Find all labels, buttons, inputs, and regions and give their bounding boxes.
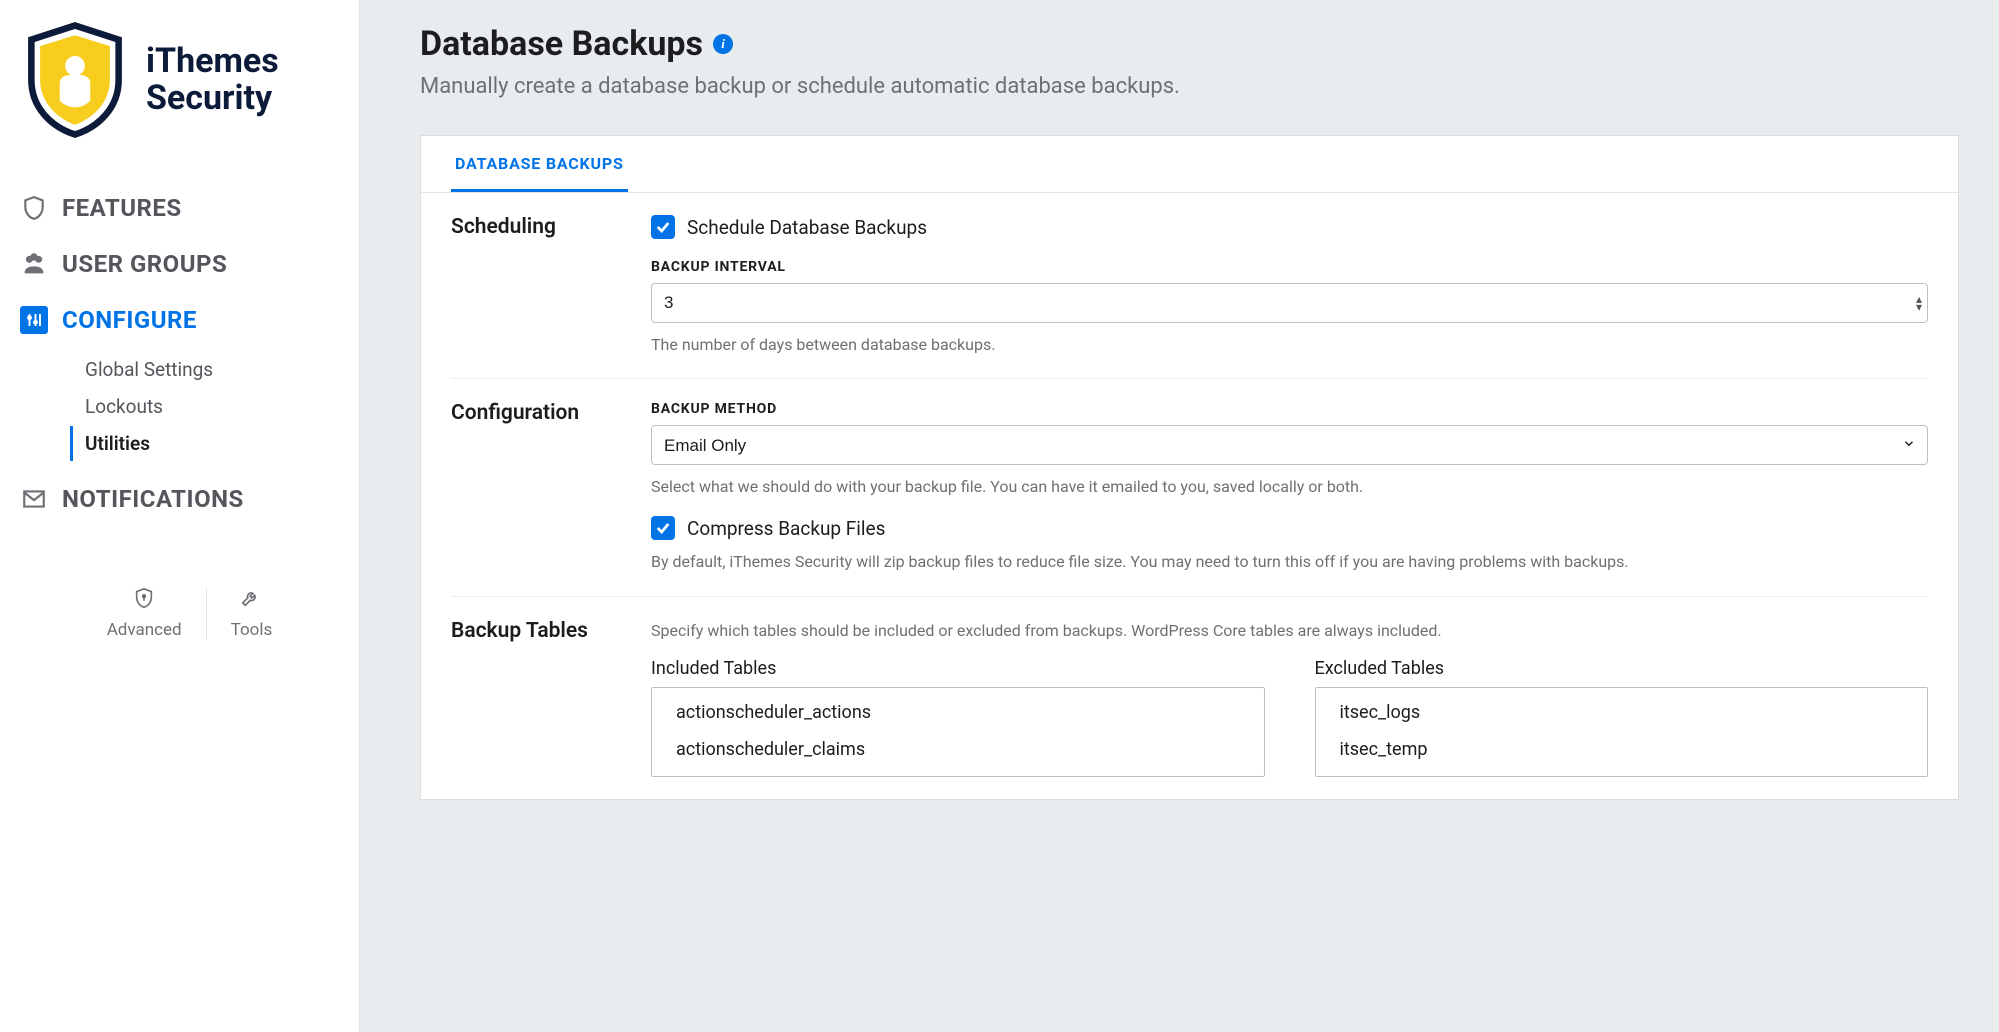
included-tables-column: Included Tables actionscheduler_actions … bbox=[651, 658, 1265, 777]
nav-user-groups[interactable]: USER GROUPS bbox=[20, 236, 359, 292]
info-icon[interactable]: i bbox=[713, 34, 733, 54]
subnav-global-settings[interactable]: Global Settings bbox=[70, 352, 359, 387]
main-content: Database Backups i Manually create a dat… bbox=[360, 0, 1999, 1032]
column-title: Included Tables bbox=[651, 658, 1265, 679]
section-backup-tables: Backup Tables Specify which tables shoul… bbox=[451, 597, 1928, 799]
footer-advanced[interactable]: Advanced bbox=[83, 587, 207, 640]
helper-text: The number of days between database back… bbox=[651, 333, 1928, 356]
subnav-lockouts[interactable]: Lockouts bbox=[70, 389, 359, 424]
page-subtitle: Manually create a database backup or sch… bbox=[420, 74, 1959, 99]
wrench-icon bbox=[240, 587, 262, 614]
brand-text: iThemes Security bbox=[146, 43, 279, 118]
brand-logo: iThemes Security bbox=[20, 20, 359, 170]
tab-database-backups[interactable]: DATABASE BACKUPS bbox=[451, 136, 628, 192]
brand-line1: iThemes bbox=[146, 43, 279, 80]
brand-line2: Security bbox=[146, 80, 279, 117]
compress-files-checkbox[interactable] bbox=[651, 516, 675, 540]
shield-icon bbox=[20, 20, 130, 140]
subnav-utilities[interactable]: Utilities bbox=[70, 426, 359, 461]
nav-notifications[interactable]: NOTIFICATIONS bbox=[20, 471, 359, 527]
footer-label: Tools bbox=[231, 620, 273, 640]
checkbox-label: Compress Backup Files bbox=[687, 517, 885, 540]
helper-text: Specify which tables should be included … bbox=[651, 619, 1928, 642]
table-row[interactable]: actionscheduler_actions bbox=[652, 694, 1264, 731]
check-icon bbox=[655, 219, 671, 235]
sidebar-footer: Advanced Tools bbox=[20, 587, 359, 640]
nav-label: NOTIFICATIONS bbox=[62, 485, 244, 513]
excluded-tables-list[interactable]: itsec_logs itsec_temp bbox=[1315, 687, 1929, 777]
page-title: Database Backups bbox=[420, 24, 703, 64]
configure-subnav: Global Settings Lockouts Utilities bbox=[70, 352, 359, 461]
included-tables-list[interactable]: actionscheduler_actions actionscheduler_… bbox=[651, 687, 1265, 777]
check-icon bbox=[655, 520, 671, 536]
footer-tools[interactable]: Tools bbox=[207, 587, 297, 640]
table-row[interactable]: actionscheduler_claims bbox=[652, 731, 1264, 768]
checkbox-label: Schedule Database Backups bbox=[687, 216, 927, 239]
backup-method-select[interactable]: Email Only bbox=[651, 425, 1928, 465]
section-heading: Configuration bbox=[451, 401, 651, 573]
schedule-backups-checkbox[interactable] bbox=[651, 215, 675, 239]
mail-icon bbox=[20, 485, 48, 513]
nav-label: FEATURES bbox=[62, 194, 182, 222]
nav-label: USER GROUPS bbox=[62, 250, 227, 278]
helper-text: By default, iThemes Security will zip ba… bbox=[651, 550, 1928, 573]
table-row[interactable]: itsec_logs bbox=[1316, 694, 1928, 731]
excluded-tables-column: Excluded Tables itsec_logs itsec_temp bbox=[1315, 658, 1929, 777]
field-label: BACKUP INTERVAL bbox=[651, 259, 1928, 275]
users-icon bbox=[20, 250, 48, 278]
footer-label: Advanced bbox=[107, 620, 182, 640]
field-label: BACKUP METHOD bbox=[651, 401, 1928, 417]
section-scheduling: Scheduling Schedule Database Backups BAC… bbox=[451, 193, 1928, 379]
shield-outline-icon bbox=[20, 194, 48, 222]
nav-configure[interactable]: CONFIGURE bbox=[20, 292, 359, 348]
nav-features[interactable]: FEATURES bbox=[20, 180, 359, 236]
tab-bar: DATABASE BACKUPS bbox=[421, 136, 1958, 193]
sidebar: iThemes Security FEATURES USER GROUPS CO… bbox=[0, 0, 360, 1032]
settings-panel: DATABASE BACKUPS Scheduling Schedule Dat… bbox=[420, 135, 1959, 800]
lock-shield-icon bbox=[133, 587, 155, 614]
section-heading: Backup Tables bbox=[451, 619, 651, 777]
column-title: Excluded Tables bbox=[1315, 658, 1929, 679]
nav-label: CONFIGURE bbox=[62, 306, 197, 334]
table-row[interactable]: itsec_temp bbox=[1316, 731, 1928, 768]
section-heading: Scheduling bbox=[451, 215, 651, 356]
helper-text: Select what we should do with your backu… bbox=[651, 475, 1928, 498]
backup-interval-input[interactable] bbox=[651, 283, 1928, 323]
sliders-icon bbox=[20, 306, 48, 334]
section-configuration: Configuration BACKUP METHOD Email Only S… bbox=[451, 379, 1928, 596]
